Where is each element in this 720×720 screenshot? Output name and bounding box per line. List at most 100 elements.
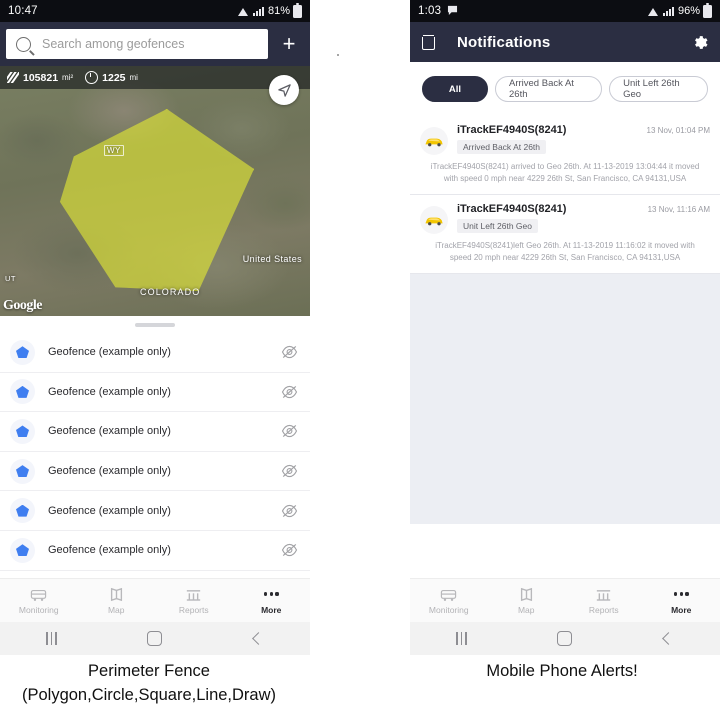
chip-unit-left[interactable]: Unit Left 26th Geo bbox=[609, 76, 708, 102]
nav-label: Reports bbox=[588, 604, 619, 615]
nav-item-map[interactable]: Map bbox=[78, 587, 156, 615]
notification-header: iTrackEF4940S(8241) Arrived Back At 26th… bbox=[420, 124, 710, 155]
eye-off-icon[interactable] bbox=[281, 504, 298, 518]
perimeter-value: 1225 bbox=[102, 71, 126, 84]
search-input[interactable]: Search among geofences bbox=[6, 29, 268, 59]
chip-all[interactable]: All bbox=[422, 76, 488, 102]
trash-icon[interactable] bbox=[422, 34, 435, 50]
nav-label: More bbox=[261, 604, 282, 615]
android-system-nav bbox=[410, 622, 720, 655]
eye-off-icon[interactable] bbox=[281, 464, 298, 478]
perimeter-unit: mi bbox=[129, 73, 138, 82]
nav-label: More bbox=[671, 604, 692, 615]
recents-button[interactable] bbox=[0, 632, 103, 645]
nav-item-more[interactable]: More bbox=[643, 587, 720, 615]
perimeter-stat: 1225 mi bbox=[85, 71, 138, 84]
map-label-utah: UT bbox=[5, 274, 16, 283]
notification-tag: Unit Left 26th Geo bbox=[457, 219, 538, 233]
nav-item-reports[interactable]: Reports bbox=[155, 587, 233, 615]
nav-item-more[interactable]: More bbox=[233, 587, 311, 615]
geofence-pentagon-icon bbox=[10, 379, 35, 405]
nav-item-monitoring[interactable]: Monitoring bbox=[410, 587, 488, 615]
geofence-name: Geofence (example only) bbox=[48, 504, 171, 517]
geofence-pentagon-icon bbox=[10, 339, 35, 365]
notification-main: iTrackEF4940S(8241) Arrived Back At 26th bbox=[457, 124, 639, 155]
nav-item-reports[interactable]: Reports bbox=[565, 587, 643, 615]
caption-left-line2: (Polygon,Circle,Square,Line,Draw) bbox=[21, 685, 277, 704]
bottom-navigation-bar: Monitoring Map Reports More bbox=[410, 578, 720, 622]
geofence-polygon[interactable] bbox=[59, 109, 254, 291]
car-icon bbox=[420, 206, 448, 234]
nav-item-map[interactable]: Map bbox=[488, 587, 566, 615]
home-button[interactable] bbox=[513, 631, 616, 646]
list-item[interactable]: Geofence (example only) bbox=[0, 452, 310, 492]
battery-percent-label: 81% bbox=[267, 5, 290, 17]
notification-body: iTrackEF4940S(8241)left Geo 26th. At 11-… bbox=[435, 241, 695, 262]
geofence-list: Geofence (example only) Geofence (exampl… bbox=[0, 333, 310, 571]
geofence-name: Geofence (example only) bbox=[48, 465, 171, 478]
filter-chips: All Arrived Back At 26th Unit Left 26th … bbox=[410, 62, 720, 116]
message-icon bbox=[447, 5, 458, 18]
back-button[interactable] bbox=[617, 632, 720, 645]
geofence-pentagon-icon bbox=[10, 498, 35, 524]
home-button[interactable] bbox=[103, 631, 206, 646]
bottom-navigation-bar: Monitoring Map Reports More bbox=[0, 578, 310, 622]
geofence-name: Geofence (example only) bbox=[48, 425, 171, 438]
notification-tag: Arrived Back At 26th bbox=[457, 140, 547, 154]
more-dots-icon bbox=[673, 587, 689, 602]
gear-icon[interactable] bbox=[691, 34, 708, 51]
status-bar: 10:47 81% bbox=[0, 0, 310, 22]
eye-off-icon[interactable] bbox=[281, 543, 298, 557]
area-value: 105821 bbox=[23, 71, 59, 84]
nav-label: Reports bbox=[178, 604, 209, 615]
list-item[interactable]: Geofence (example only) bbox=[0, 412, 310, 452]
notification-card[interactable]: iTrackEF4940S(8241) Unit Left 26th Geo 1… bbox=[410, 195, 720, 274]
eye-off-icon[interactable] bbox=[281, 424, 298, 438]
map-icon bbox=[520, 587, 533, 602]
notification-body: iTrackEF4940S(8241) arrived to Geo 26th.… bbox=[430, 162, 700, 183]
list-item[interactable]: Geofence (example only) bbox=[0, 373, 310, 413]
eye-off-icon[interactable] bbox=[281, 385, 298, 399]
battery-icon bbox=[293, 2, 302, 18]
car-icon bbox=[420, 127, 448, 155]
back-button[interactable] bbox=[207, 632, 310, 645]
status-bar: 1:03 96% bbox=[410, 0, 720, 22]
right-phone-screenshot: 1:03 96% Notifications All Arrived Back … bbox=[410, 0, 720, 655]
bottom-sheet-drag-handle[interactable] bbox=[0, 316, 310, 333]
nav-item-monitoring[interactable]: Monitoring bbox=[0, 587, 78, 615]
reports-icon bbox=[596, 587, 611, 602]
notification-title: iTrackEF4940S(8241) bbox=[457, 124, 567, 136]
add-geofence-button[interactable]: + bbox=[268, 22, 310, 66]
map-label-colorado: COLORADO bbox=[140, 287, 201, 297]
notification-card[interactable]: iTrackEF4940S(8241) Arrived Back At 26th… bbox=[410, 116, 720, 195]
map-view[interactable]: 105821 mi² 1225 mi WY United States COLO… bbox=[0, 66, 310, 316]
geofence-pentagon-icon bbox=[10, 537, 35, 563]
battery-percent-label: 96% bbox=[677, 5, 700, 17]
chip-arrived-back[interactable]: Arrived Back At 26th bbox=[495, 76, 603, 102]
map-label-country: United States bbox=[242, 254, 302, 264]
notification-header: iTrackEF4940S(8241) Unit Left 26th Geo 1… bbox=[420, 203, 710, 234]
reports-icon bbox=[186, 587, 201, 602]
list-item[interactable]: Geofence (example only) bbox=[0, 491, 310, 531]
geofence-pentagon-icon bbox=[10, 458, 35, 484]
map-stats-overlay: 105821 mi² 1225 mi bbox=[0, 66, 310, 89]
bus-icon bbox=[30, 587, 47, 602]
status-bar-indicators: 81% bbox=[237, 2, 302, 18]
nav-label: Map bbox=[517, 604, 535, 615]
navigation-arrow-icon[interactable] bbox=[269, 75, 299, 105]
caption-left-line1: Perimeter Fence bbox=[88, 662, 210, 680]
cellular-signal-icon bbox=[662, 6, 675, 16]
list-item[interactable]: Geofence (example only) bbox=[0, 531, 310, 571]
wifi-icon bbox=[647, 6, 660, 16]
nav-label: Monitoring bbox=[18, 604, 59, 615]
area-stat: 105821 mi² bbox=[7, 72, 73, 84]
status-bar-clock: 10:47 bbox=[8, 5, 38, 17]
recents-button[interactable] bbox=[410, 632, 513, 645]
list-item[interactable]: Geofence (example only) bbox=[0, 333, 310, 373]
eye-off-icon[interactable] bbox=[281, 345, 298, 359]
bus-icon bbox=[440, 587, 457, 602]
caption-right: Mobile Phone Alerts! bbox=[404, 660, 720, 684]
search-icon bbox=[16, 36, 31, 52]
left-phone-screenshot: 10:47 81% Search among geofences + 10582… bbox=[0, 0, 310, 655]
geofence-name: Geofence (example only) bbox=[48, 385, 171, 398]
